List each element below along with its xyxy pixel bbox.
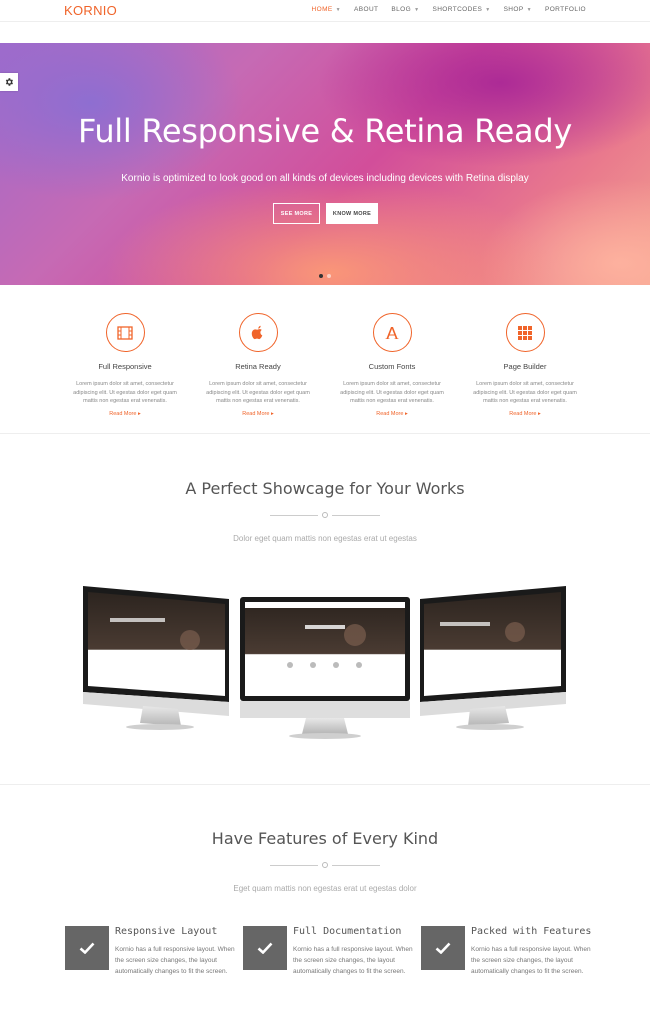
chevron-right-icon: ▸ <box>404 410 408 417</box>
nav-item-shop[interactable]: SHOP ▼ <box>504 6 532 13</box>
feature-check-box <box>243 926 287 970</box>
feature-card: Page Builder Lorem ipsum dolor sit amet,… <box>460 313 590 417</box>
grid-icon <box>518 325 532 340</box>
section-separator <box>0 784 650 785</box>
kind-feature: Responsive Layout Kornio has a full resp… <box>65 926 235 996</box>
nav-label: PORTFOLIO <box>544 6 586 13</box>
kind-feature-title: Responsive Layout <box>115 926 218 937</box>
check-icon <box>257 942 273 954</box>
nav-item-shortcodes[interactable]: SHORTCODES ▼ <box>432 6 490 13</box>
read-more-label: Read More <box>242 410 270 417</box>
kind-feature-title: Full Documentation <box>293 926 402 937</box>
chevron-down-icon: ▼ <box>526 6 532 13</box>
feature-card: Full Responsive Lorem ipsum dolor sit am… <box>60 313 190 417</box>
kind-feature-text: Kornio has a full responsive layout. Whe… <box>115 946 235 975</box>
see-more-button[interactable]: SEE MORE <box>273 203 320 224</box>
main-nav: HOME ▼ ABOUT BLOG ▼ SHORTCODES ▼ SHOP ▼ … <box>312 6 586 13</box>
kinds-subtitle: Eget quam mattis non egestas erat ut ege… <box>233 884 417 893</box>
chevron-down-icon: ▼ <box>485 6 491 13</box>
chevron-right-icon: ▸ <box>537 410 541 417</box>
site-logo[interactable]: KORNIO <box>64 3 117 18</box>
divider-line <box>270 515 318 516</box>
check-icon <box>79 942 95 954</box>
chevron-right-icon: ▸ <box>270 410 274 417</box>
hero-slider: Full Responsive & Retina Ready Kornio is… <box>0 43 650 285</box>
read-more-link[interactable]: Read More ▸ <box>60 411 190 417</box>
read-more-link[interactable]: Read More ▸ <box>327 411 457 417</box>
section-divider <box>270 511 380 519</box>
kind-feature: Full Documentation Kornio has a full res… <box>243 926 413 996</box>
chevron-down-icon: ▼ <box>335 6 342 13</box>
feature-title: Retina Ready <box>235 362 281 371</box>
nav-label: HOME <box>311 6 333 13</box>
feature-card: Custom Fonts Lorem ipsum dolor sit amet,… <box>327 313 457 417</box>
monitors-illustration <box>83 586 566 739</box>
chevron-down-icon: ▼ <box>414 6 420 13</box>
hero-subtitle: Kornio is optimized to look good on all … <box>121 173 529 184</box>
kinds-title: Have Features of Every Kind <box>211 829 439 848</box>
divider-line <box>270 865 318 866</box>
nav-label: ABOUT <box>354 6 379 13</box>
feature-text: Lorem ipsum dolor sit amet, consectetur … <box>73 381 177 404</box>
feature-icon-circle <box>105 313 145 352</box>
nav-label: SHORTCODES <box>432 6 483 13</box>
monitor-center <box>240 597 410 739</box>
section-divider <box>270 861 380 869</box>
slider-dots <box>319 274 331 278</box>
film-icon <box>117 325 133 340</box>
read-more-link[interactable]: Read More ▸ <box>193 411 323 417</box>
chevron-right-icon: ▸ <box>137 410 141 417</box>
showcase-subtitle: Dolor eget quam mattis non egestas erat … <box>233 534 417 543</box>
read-more-label: Read More <box>109 410 137 417</box>
feature-title: Custom Fonts <box>368 362 416 371</box>
nav-label: BLOG <box>391 6 412 13</box>
feature-card: Retina Ready Lorem ipsum dolor sit amet,… <box>193 313 323 417</box>
nav-label: SHOP <box>503 6 524 13</box>
divider-ring <box>322 862 328 868</box>
kind-feature: Packed with Features Kornio has a full r… <box>421 926 591 996</box>
gear-icon <box>5 78 14 86</box>
hero-title: Full Responsive & Retina Ready <box>77 112 573 150</box>
divider-line <box>332 865 380 866</box>
feature-icon-circle <box>238 313 278 352</box>
feature-text: Lorem ipsum dolor sit amet, consectetur … <box>206 381 310 404</box>
top-navbar: KORNIO HOME ▼ ABOUT BLOG ▼ SHORTCODES ▼ … <box>0 0 650 22</box>
monitor-left <box>83 586 229 730</box>
slider-dot[interactable] <box>327 274 331 278</box>
font-icon <box>385 326 399 339</box>
kind-feature-text: Kornio has a full responsive layout. Whe… <box>471 946 591 975</box>
slider-dot[interactable] <box>319 274 323 278</box>
features-section: Full Responsive Lorem ipsum dolor sit am… <box>0 286 650 434</box>
settings-panel-toggle[interactable] <box>0 73 18 91</box>
divider-ring <box>322 512 328 518</box>
check-icon <box>435 942 451 954</box>
nav-item-portfolio[interactable]: PORTFOLIO <box>545 6 586 13</box>
monitor-right <box>420 586 566 730</box>
nav-item-home[interactable]: HOME ▼ <box>312 6 341 13</box>
feature-icon-circle <box>372 313 412 352</box>
nav-item-about[interactable]: ABOUT <box>354 6 378 13</box>
read-more-label: Read More <box>509 410 537 417</box>
nav-item-blog[interactable]: BLOG ▼ <box>391 6 419 13</box>
divider-line <box>332 515 380 516</box>
feature-check-box <box>421 926 465 970</box>
feature-icon-circle <box>505 313 545 352</box>
feature-text: Lorem ipsum dolor sit amet, consectetur … <box>473 381 577 404</box>
feature-text: Lorem ipsum dolor sit amet, consectetur … <box>340 381 444 404</box>
feature-title: Full Responsive <box>98 362 152 371</box>
showcase-title: A Perfect Showcage for Your Works <box>185 479 465 498</box>
apple-icon <box>251 325 263 339</box>
kind-feature-text: Kornio has a full responsive layout. Whe… <box>293 946 413 975</box>
feature-title: Page Builder <box>503 362 547 371</box>
kind-feature-title: Packed with Features <box>471 926 592 937</box>
read-more-label: Read More <box>376 410 404 417</box>
device-mockups <box>0 580 650 750</box>
know-more-button[interactable]: KNOW MORE <box>326 203 378 224</box>
hero-buttons: SEE MORE KNOW MORE <box>273 203 378 224</box>
feature-check-box <box>65 926 109 970</box>
read-more-link[interactable]: Read More ▸ <box>460 411 590 417</box>
